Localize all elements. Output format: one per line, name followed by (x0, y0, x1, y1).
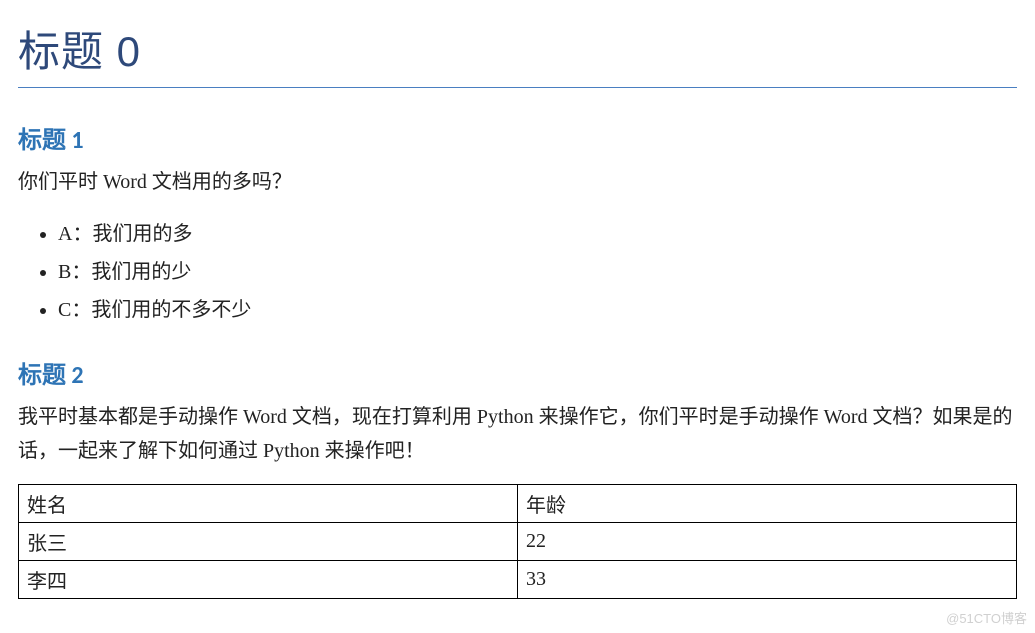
table-header-cell: 年龄 (518, 485, 1017, 523)
list-item: B：我们用的少 (58, 253, 1017, 291)
table-cell: 张三 (19, 523, 518, 561)
list-item: A：我们用的多 (58, 215, 1017, 253)
table-row: 姓名 年龄 (19, 485, 1017, 523)
option-label: A (58, 223, 72, 245)
page-title: 标题 0 (18, 18, 1017, 79)
section-1-heading: 标题 1 (18, 120, 1017, 155)
data-table: 姓名 年龄 张三 22 李四 33 (18, 484, 1017, 599)
option-text: 我们用的少 (91, 261, 191, 283)
watermark: @51CTO博客 (946, 608, 1027, 627)
option-text: 我们用的不多不少 (91, 299, 251, 321)
option-label: B (58, 261, 71, 283)
table-cell: 李四 (19, 561, 518, 599)
option-text: 我们用的多 (92, 223, 192, 245)
list-item: C：我们用的不多不少 (58, 291, 1017, 329)
section-2-paragraph: 我平时基本都是手动操作 Word 文档，现在打算利用 Python 来操作它，你… (18, 400, 1017, 468)
option-list: A：我们用的多 B：我们用的少 C：我们用的不多不少 (18, 215, 1017, 329)
option-label: C (58, 299, 71, 321)
table-cell: 22 (518, 523, 1017, 561)
section-2-heading: 标题 2 (18, 355, 1017, 390)
section-1-question: 你们平时 Word 文档用的多吗？ (18, 165, 1017, 199)
table-header-cell: 姓名 (19, 485, 518, 523)
table-cell: 33 (518, 561, 1017, 599)
table-row: 李四 33 (19, 561, 1017, 599)
title-divider (18, 87, 1017, 88)
table-row: 张三 22 (19, 523, 1017, 561)
